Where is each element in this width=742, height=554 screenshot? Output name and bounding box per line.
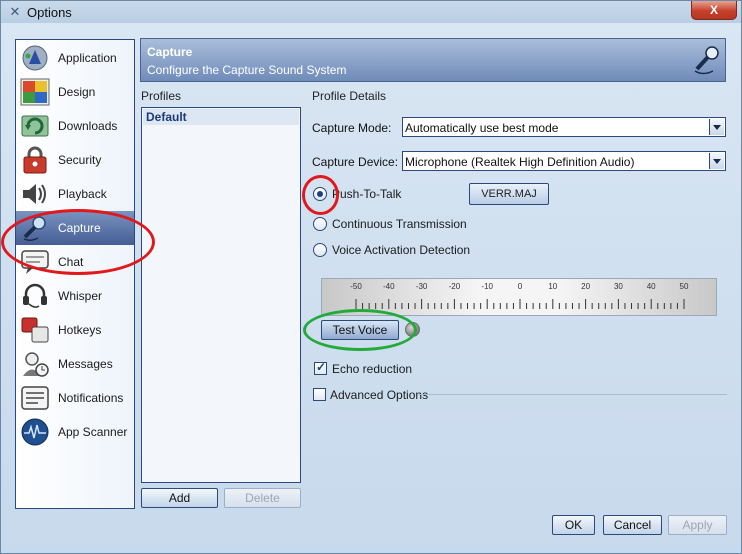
- meter-tick-label: -40: [383, 282, 395, 291]
- meter-tick-label: -20: [449, 282, 461, 291]
- radio-button[interactable]: [313, 243, 327, 257]
- page-title: Capture: [147, 45, 193, 59]
- meter-tick-label: -30: [416, 282, 428, 291]
- design-icon: [20, 78, 50, 106]
- cancel-button[interactable]: Cancel: [603, 515, 662, 535]
- security-icon: [20, 146, 50, 174]
- advanced-options-checkbox[interactable]: [313, 388, 326, 401]
- delete-profile-button[interactable]: Delete: [224, 488, 301, 508]
- voice-level-meter[interactable]: -50 -40 -30 -20 -10 0 10 20 30 40 50: [321, 278, 717, 316]
- app-scanner-icon: [20, 418, 50, 446]
- sidebar-item-capture[interactable]: Capture: [16, 211, 134, 245]
- sidebar-item-application[interactable]: Application: [16, 41, 134, 75]
- messages-icon: [20, 350, 50, 378]
- page-header: Capture Configure the Capture Sound Syst…: [140, 38, 726, 82]
- chevron-down-icon[interactable]: [709, 119, 724, 135]
- playback-icon: [20, 180, 50, 208]
- headset-icon: [20, 282, 50, 310]
- chat-icon: [20, 248, 50, 276]
- sidebar-item-hotkeys[interactable]: Hotkeys: [16, 313, 134, 347]
- meter-tick-label: 30: [614, 282, 623, 291]
- sidebar-item-security[interactable]: Security: [16, 143, 134, 177]
- push-to-talk-hotkey-button[interactable]: VERR.MAJ: [469, 183, 549, 205]
- meter-tick-label: 40: [647, 282, 656, 291]
- advanced-options-divider: [419, 394, 727, 395]
- notifications-icon: [20, 384, 50, 412]
- meter-tick-label: 20: [581, 282, 590, 291]
- sidebar-item-design[interactable]: Design: [16, 75, 134, 109]
- meter-tick-label: 0: [518, 282, 523, 291]
- close-button[interactable]: X: [691, 1, 737, 20]
- radio-button[interactable]: [313, 217, 327, 231]
- category-sidebar: Application Design Downloads Security Pl…: [15, 39, 135, 509]
- sidebar-item-playback[interactable]: Playback: [16, 177, 134, 211]
- meter-scale: -50 -40 -30 -20 -10 0 10 20 30 40 50: [350, 282, 689, 309]
- sidebar-item-whisper[interactable]: Whisper: [16, 279, 134, 313]
- sidebar-item-messages[interactable]: Messages: [16, 347, 134, 381]
- sidebar-item-chat[interactable]: Chat: [16, 245, 134, 279]
- advanced-options-label: Advanced Options: [330, 388, 429, 402]
- microphone-icon: [20, 214, 50, 242]
- microphone-icon: [689, 43, 723, 77]
- test-voice-button[interactable]: Test Voice: [321, 320, 399, 340]
- profile-item-default[interactable]: Default: [143, 109, 299, 125]
- profiles-label: Profiles: [141, 89, 182, 103]
- meter-tick-label: -10: [481, 282, 493, 291]
- profile-details-label: Profile Details: [312, 89, 387, 103]
- capture-device-label: Capture Device:: [312, 155, 399, 169]
- voice-status-led-icon: [405, 322, 420, 337]
- add-profile-button[interactable]: Add: [141, 488, 218, 508]
- sidebar-item-app-scanner[interactable]: App Scanner: [16, 415, 134, 449]
- downloads-icon: [20, 112, 50, 140]
- profiles-list[interactable]: Default: [141, 107, 301, 483]
- sidebar-item-downloads[interactable]: Downloads: [16, 109, 134, 143]
- ok-button[interactable]: OK: [552, 515, 595, 535]
- meter-tick-label: 10: [548, 282, 557, 291]
- options-content: Application Design Downloads Security Pl…: [1, 23, 741, 553]
- capture-mode-select[interactable]: Automatically use best mode: [402, 117, 726, 137]
- echo-reduction-label: Echo reduction: [332, 362, 413, 376]
- capture-mode-label: Capture Mode:: [312, 121, 392, 135]
- options-window: ✕ Options X Application Design Downloads…: [0, 0, 742, 554]
- window-title: Options: [27, 5, 72, 20]
- apply-button[interactable]: Apply: [668, 515, 727, 535]
- application-icon: [20, 44, 50, 72]
- hotkeys-icon: [20, 316, 50, 344]
- sidebar-item-notifications[interactable]: Notifications: [16, 381, 134, 415]
- chevron-down-icon[interactable]: [709, 153, 724, 169]
- radio-button[interactable]: [313, 187, 327, 201]
- page-subtitle: Configure the Capture Sound System: [147, 63, 347, 77]
- meter-tick-label: -50: [350, 282, 362, 291]
- meter-tick-label: 50: [680, 282, 689, 291]
- echo-reduction-checkbox[interactable]: [314, 360, 327, 375]
- title-bar[interactable]: ✕ Options X: [1, 1, 741, 23]
- app-logo-icon: ✕: [9, 4, 21, 19]
- capture-device-select[interactable]: Microphone (Realtek High Definition Audi…: [402, 151, 726, 171]
